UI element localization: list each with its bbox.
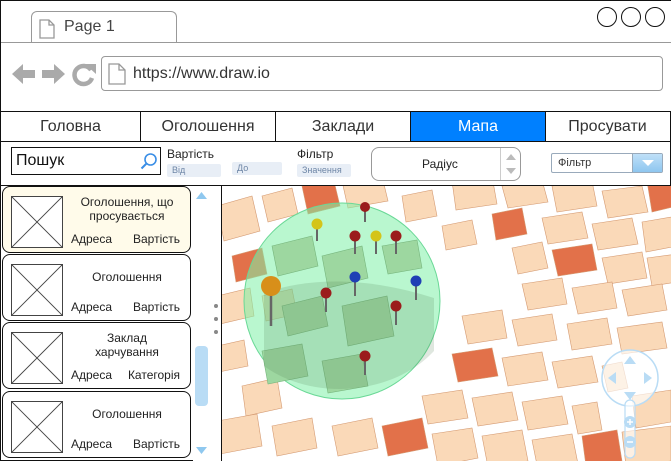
dropdown-button[interactable] xyxy=(632,154,662,172)
listing-address: Адреса xyxy=(71,437,113,451)
listing-title: Оголошення xyxy=(92,407,162,421)
reload-icon[interactable] xyxy=(72,63,96,87)
divider xyxy=(1,42,671,43)
tab-home[interactable]: Головна xyxy=(1,112,141,141)
pin-red-icon[interactable] xyxy=(359,350,371,362)
navigation-controls xyxy=(12,63,96,87)
listing-price: Вартість xyxy=(133,300,180,314)
grip-dot xyxy=(214,330,218,334)
tab-map[interactable]: Мапа xyxy=(411,112,546,141)
listing-address: Адреса xyxy=(71,300,113,314)
tab-promote[interactable]: Просувати xyxy=(546,112,669,141)
tab-promote-label: Просувати xyxy=(568,117,647,135)
pin-blue-icon[interactable] xyxy=(410,275,422,287)
radius-label: Радіус xyxy=(422,157,458,171)
panel-splitter[interactable] xyxy=(210,186,222,461)
window-button-close[interactable] xyxy=(645,7,665,27)
listing-price: Вартість xyxy=(133,232,180,246)
page-icon xyxy=(108,63,126,85)
listing-title: Оголошення xyxy=(92,270,162,284)
window-button-minimize[interactable] xyxy=(597,7,617,27)
browser-chrome: Page 1 https://www.draw.io xyxy=(1,1,671,111)
listing-scrollbar[interactable] xyxy=(193,186,210,461)
window-button-maximize[interactable] xyxy=(621,7,641,27)
tab-venues-label: Заклади xyxy=(311,117,375,135)
image-placeholder-icon xyxy=(11,332,63,384)
map-view[interactable] xyxy=(222,186,671,461)
tab-home-label: Головна xyxy=(40,117,101,135)
pin-blue-icon[interactable] xyxy=(349,271,361,283)
image-placeholder-icon xyxy=(11,264,63,316)
listing-price: Вартість xyxy=(133,437,180,451)
pin-red-icon[interactable] xyxy=(349,230,361,242)
filter-dropdown-value: Фільтр xyxy=(558,157,592,169)
tab-label: Page 1 xyxy=(64,18,115,35)
tab-venues[interactable]: Заклади xyxy=(276,112,411,141)
scroll-thumb[interactable] xyxy=(195,346,208,406)
back-arrow-icon[interactable] xyxy=(12,64,35,84)
grip-dot xyxy=(214,304,218,308)
forward-arrow-icon[interactable] xyxy=(42,64,65,84)
pin-red-icon[interactable] xyxy=(360,202,370,212)
pin-red-icon[interactable] xyxy=(390,300,402,312)
image-placeholder-icon xyxy=(11,401,63,453)
pin-red-icon[interactable] xyxy=(390,230,402,242)
listing-title: Оголошення, що просувається xyxy=(80,195,174,223)
city-map xyxy=(222,186,671,461)
listing-card-promoted[interactable]: Оголошення, що просувається Адреса Варті… xyxy=(2,186,191,253)
grip-dot xyxy=(214,317,218,321)
browser-tab[interactable]: Page 1 xyxy=(31,11,177,43)
tab-listings-label: Оголошення xyxy=(161,117,255,135)
listing-address: Адреса xyxy=(71,232,113,246)
price-from-input[interactable]: Від xyxy=(167,164,221,177)
price-to-input[interactable]: До xyxy=(232,162,282,175)
spinner-arrows-icon xyxy=(506,154,516,174)
document-icon xyxy=(39,19,55,39)
listing-panel: Оголошення, що просувається Адреса Варті… xyxy=(1,186,193,461)
search-icon[interactable] xyxy=(140,152,158,170)
address-bar[interactable]: https://www.draw.io xyxy=(101,56,663,91)
tab-map-label: Мапа xyxy=(458,117,498,135)
pin-red-icon[interactable] xyxy=(320,287,332,299)
scroll-up-icon[interactable] xyxy=(193,188,210,204)
radius-spinner[interactable] xyxy=(500,148,520,180)
main-navigation: Головна Оголошення Заклади Мапа Просуват… xyxy=(1,111,671,142)
venue-card[interactable]: Заклад харчування Адреса Категорія xyxy=(2,322,191,389)
radius-stepper[interactable]: Радіус xyxy=(371,147,521,181)
search-input[interactable]: Пошук xyxy=(11,147,161,175)
filter-value-input[interactable]: Значення xyxy=(297,164,351,177)
image-placeholder-icon xyxy=(11,196,63,248)
scroll-down-icon[interactable] xyxy=(193,442,210,458)
pin-yellow-icon[interactable] xyxy=(311,218,323,230)
venue-category: Категорія xyxy=(127,368,180,382)
zoom-slider[interactable] xyxy=(624,399,636,459)
filter-dropdown[interactable]: Фільтр xyxy=(551,153,663,173)
filter-bar: Пошук Вартість Від До Фільтр Значення Ра… xyxy=(1,142,671,185)
pin-yellow-icon[interactable] xyxy=(370,230,382,242)
search-input-value: Пошук xyxy=(16,152,65,169)
listing-card[interactable]: Оголошення Адреса Вартість xyxy=(2,254,191,321)
listing-card[interactable]: Оголошення Адреса Вартість xyxy=(2,391,191,458)
price-label: Вартість xyxy=(167,147,214,161)
pin-orange-icon[interactable] xyxy=(261,276,281,296)
radius-area xyxy=(243,202,441,400)
url-text: https://www.draw.io xyxy=(133,65,270,82)
browser-window: Page 1 https://www.draw.io Головна Оголо… xyxy=(0,0,671,461)
venue-address: Адреса xyxy=(71,368,113,382)
chevron-down-icon xyxy=(642,160,654,166)
venue-title: Заклад харчування xyxy=(95,331,159,359)
filter-label: Фільтр xyxy=(297,147,334,161)
tab-listings[interactable]: Оголошення xyxy=(141,112,276,141)
